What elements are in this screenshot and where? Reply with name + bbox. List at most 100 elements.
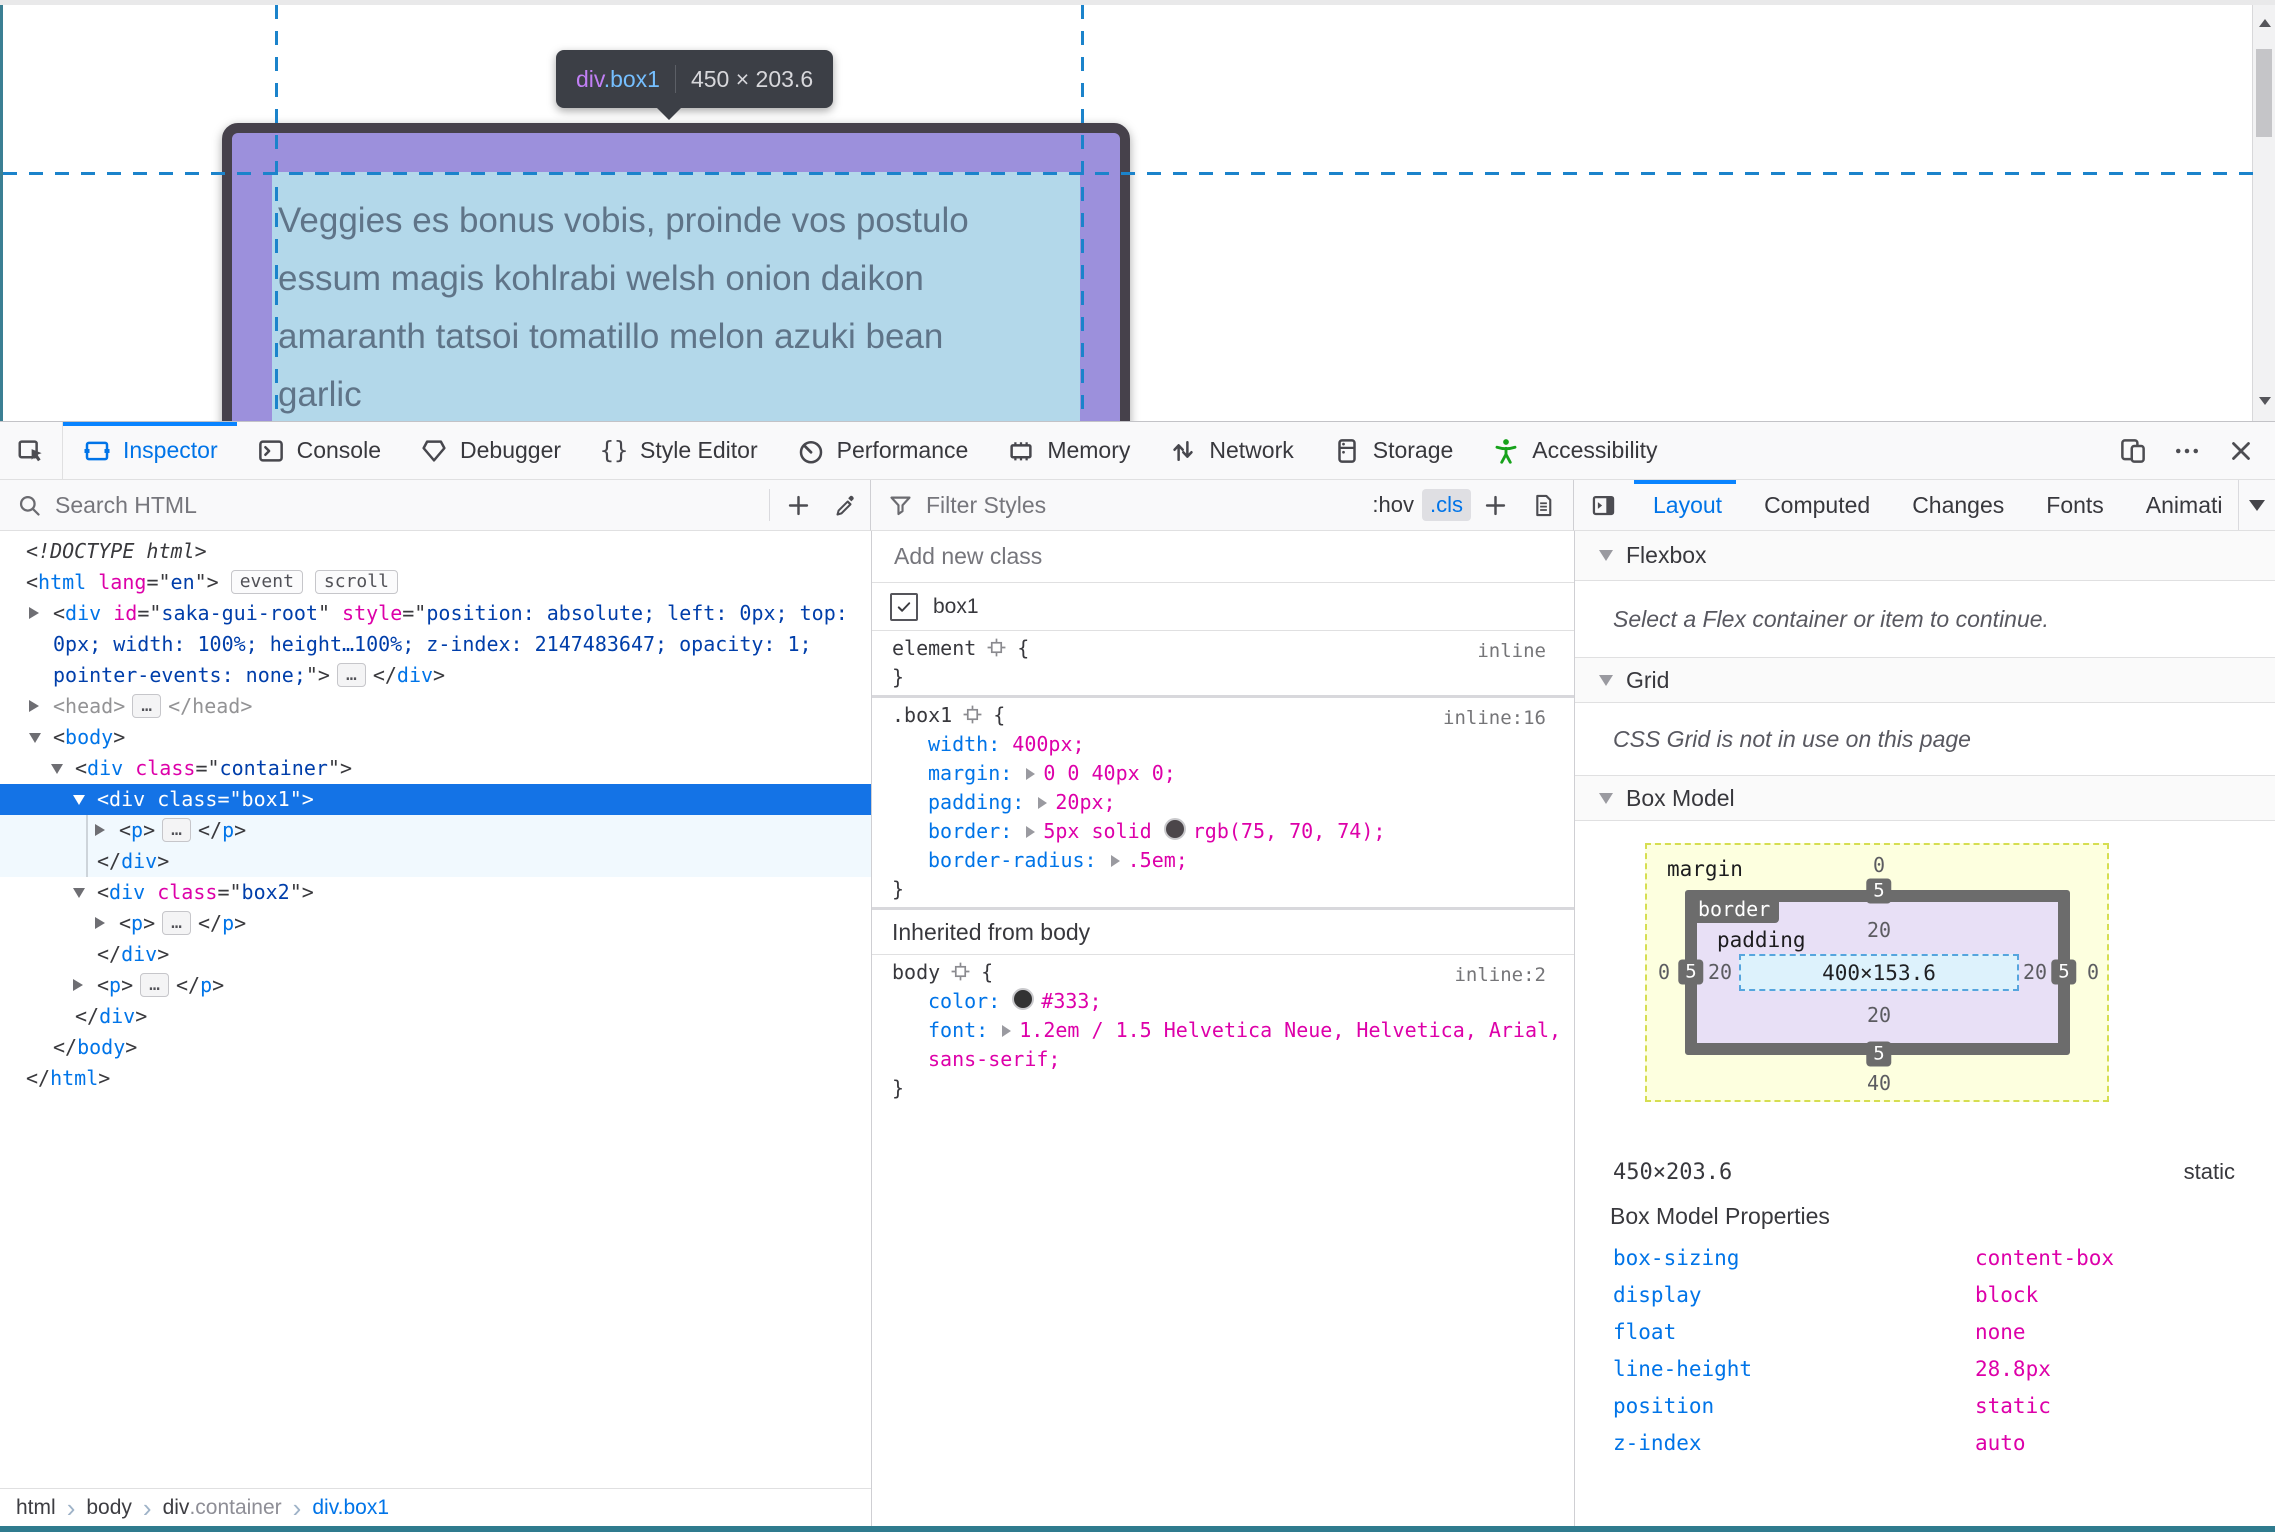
- sidebar-tab-fonts[interactable]: Fonts: [2025, 480, 2125, 530]
- property-value[interactable]: 400px;: [1012, 732, 1084, 756]
- markup-row[interactable]: <div id="saka-gui-root" style="position:…: [0, 598, 871, 629]
- css-declaration[interactable]: border: 5px solid rgb(75, 70, 74);: [872, 817, 1574, 846]
- markup-row[interactable]: <!DOCTYPE html>: [0, 536, 871, 567]
- boxmodel-content-box[interactable]: 400×153.6: [1739, 954, 2019, 991]
- inline-ellipsis-button[interactable]: …: [162, 911, 191, 935]
- collapse-arrow-icon[interactable]: [29, 733, 41, 743]
- markup-row[interactable]: 0px; width: 100%; height…100%; z-index: …: [0, 629, 871, 660]
- boxmodel-property-row[interactable]: line-height 28.8px: [1575, 1350, 2275, 1387]
- stylesheet-source-link[interactable]: inline: [1477, 637, 1546, 666]
- pick-element-button[interactable]: [0, 422, 63, 479]
- css-declaration[interactable]: margin: 0 0 40px 0;: [872, 759, 1574, 788]
- color-swatch[interactable]: [1163, 818, 1186, 840]
- css-declaration[interactable]: border-radius: .5em;: [872, 846, 1574, 875]
- badge-scroll[interactable]: scroll: [314, 570, 398, 594]
- add-node-button[interactable]: [774, 480, 822, 530]
- scroll-up-icon[interactable]: [2259, 19, 2271, 27]
- add-new-class-input[interactable]: Add new class: [894, 543, 1042, 570]
- stylesheet-source-link[interactable]: inline:2: [1454, 961, 1546, 990]
- markup-row[interactable]: </div>: [0, 939, 871, 970]
- breadcrumb-item[interactable]: div .container: [163, 1496, 282, 1520]
- node-selector-icon[interactable]: [962, 704, 983, 725]
- color-swatch[interactable]: [1012, 988, 1035, 1010]
- grid-section-header[interactable]: Grid: [1575, 658, 2275, 703]
- property-value[interactable]: 0 0 40px 0;: [1043, 761, 1175, 785]
- breadcrumb-item[interactable]: html: [16, 1496, 56, 1520]
- all-tabs-dropdown-button[interactable]: [2238, 480, 2275, 530]
- expand-arrow-icon[interactable]: [1026, 826, 1036, 838]
- property-name[interactable]: font:: [928, 1018, 1000, 1042]
- expand-arrow-icon[interactable]: [1038, 797, 1048, 809]
- property-value[interactable]: .5em;: [1128, 848, 1188, 872]
- scroll-down-icon[interactable]: [2259, 397, 2271, 405]
- expand-arrow-icon[interactable]: [1110, 855, 1120, 867]
- property-name[interactable]: border:: [928, 819, 1024, 843]
- print-media-button[interactable]: [1519, 480, 1567, 530]
- boxmodel-property-row[interactable]: z-index auto: [1575, 1424, 2275, 1461]
- css-declaration[interactable]: width: 400px;: [872, 730, 1574, 759]
- inline-ellipsis-button[interactable]: …: [132, 694, 162, 718]
- markup-row[interactable]: </body>: [0, 1032, 871, 1063]
- collapse-arrow-icon[interactable]: [51, 764, 63, 774]
- expand-arrow-icon[interactable]: [95, 917, 105, 929]
- tab-network[interactable]: Network: [1149, 422, 1312, 479]
- property-value[interactable]: 1.2em / 1.5 Helvetica Neue, Helvetica, A…: [1019, 1018, 1561, 1042]
- responsive-design-mode-button[interactable]: [2109, 422, 2157, 479]
- class-checkbox[interactable]: [890, 592, 918, 621]
- inline-ellipsis-button[interactable]: …: [140, 973, 169, 997]
- markup-row[interactable]: <p>… </p>: [0, 908, 871, 939]
- markup-row[interactable]: <html lang="en"> event scroll: [0, 567, 871, 598]
- boxmodel-property-row[interactable]: position static: [1575, 1387, 2275, 1424]
- tab-console[interactable]: Console: [237, 422, 400, 479]
- markup-row[interactable]: <body>: [0, 722, 871, 753]
- collapse-arrow-icon[interactable]: [73, 795, 85, 805]
- css-declaration[interactable]: padding: 20px;: [872, 788, 1574, 817]
- filter-styles-input[interactable]: Filter Styles: [926, 492, 1046, 519]
- expand-arrow-icon[interactable]: [1026, 768, 1036, 780]
- breadcrumb-item[interactable]: body: [86, 1496, 132, 1520]
- boxmodel-property-row[interactable]: display block: [1575, 1276, 2275, 1313]
- expand-arrow-icon[interactable]: [29, 700, 39, 712]
- markup-row[interactable]: pointer-events: none;">… </div>: [0, 660, 871, 691]
- markup-row[interactable]: </div>: [0, 846, 871, 877]
- flexbox-section-header[interactable]: Flexbox: [1575, 531, 2275, 581]
- markup-row[interactable]: <p>… </p>: [0, 815, 871, 846]
- add-rule-button[interactable]: [1471, 480, 1519, 530]
- tab-storage[interactable]: Storage: [1313, 422, 1473, 479]
- sidebar-tab-layout[interactable]: Layout: [1632, 480, 1743, 530]
- markup-row[interactable]: <div class="container">: [0, 753, 871, 784]
- rule-selector[interactable]: element: [892, 636, 976, 660]
- tab-accessibility[interactable]: Accessibility: [1472, 422, 1676, 479]
- page-scrollbar[interactable]: [2252, 5, 2275, 421]
- tab-style-editor[interactable]: {} Style Editor: [580, 422, 777, 479]
- boxmodel-property-row[interactable]: float none: [1575, 1313, 2275, 1350]
- rule-selector[interactable]: .box1: [892, 703, 952, 727]
- boxmodel-properties-header[interactable]: Box Model Properties: [1575, 1193, 2275, 1239]
- markup-row[interactable]: </html>: [0, 1063, 871, 1094]
- search-input[interactable]: Search HTML: [55, 492, 197, 519]
- tab-performance[interactable]: Performance: [777, 422, 988, 479]
- property-value[interactable]: sans-serif;: [928, 1047, 1060, 1071]
- rule-selector[interactable]: body: [892, 960, 940, 984]
- node-selector-icon[interactable]: [986, 637, 1007, 658]
- boxmodel-section-header[interactable]: Box Model: [1575, 776, 2275, 821]
- scrollbar-thumb[interactable]: [2256, 49, 2272, 137]
- sidebar-tab-animati[interactable]: Animati: [2125, 480, 2223, 530]
- tab-debugger[interactable]: Debugger: [400, 422, 580, 479]
- expand-arrow-icon[interactable]: [73, 979, 83, 991]
- inline-ellipsis-button[interactable]: …: [336, 663, 366, 687]
- markup-row[interactable]: <head>… </head>: [0, 691, 871, 722]
- property-name[interactable]: width:: [928, 732, 1012, 756]
- sidebar-tab-computed[interactable]: Computed: [1743, 480, 1891, 530]
- node-selector-icon[interactable]: [950, 961, 971, 982]
- tab-memory[interactable]: Memory: [987, 422, 1149, 479]
- property-value[interactable]: 5px solid: [1043, 819, 1163, 843]
- css-declaration[interactable]: color: #333;: [872, 987, 1574, 1016]
- expand-arrow-icon[interactable]: [1002, 1025, 1012, 1037]
- stylesheet-source-link[interactable]: inline:16: [1443, 704, 1546, 733]
- tab-inspector[interactable]: Inspector: [63, 422, 237, 479]
- breadcrumb-item[interactable]: div.box1: [312, 1496, 389, 1520]
- expand-arrow-icon[interactable]: [95, 824, 105, 836]
- property-value[interactable]: rgb(75, 70, 74);: [1193, 819, 1386, 843]
- markup-row-selected[interactable]: <div class="box1">: [0, 784, 871, 815]
